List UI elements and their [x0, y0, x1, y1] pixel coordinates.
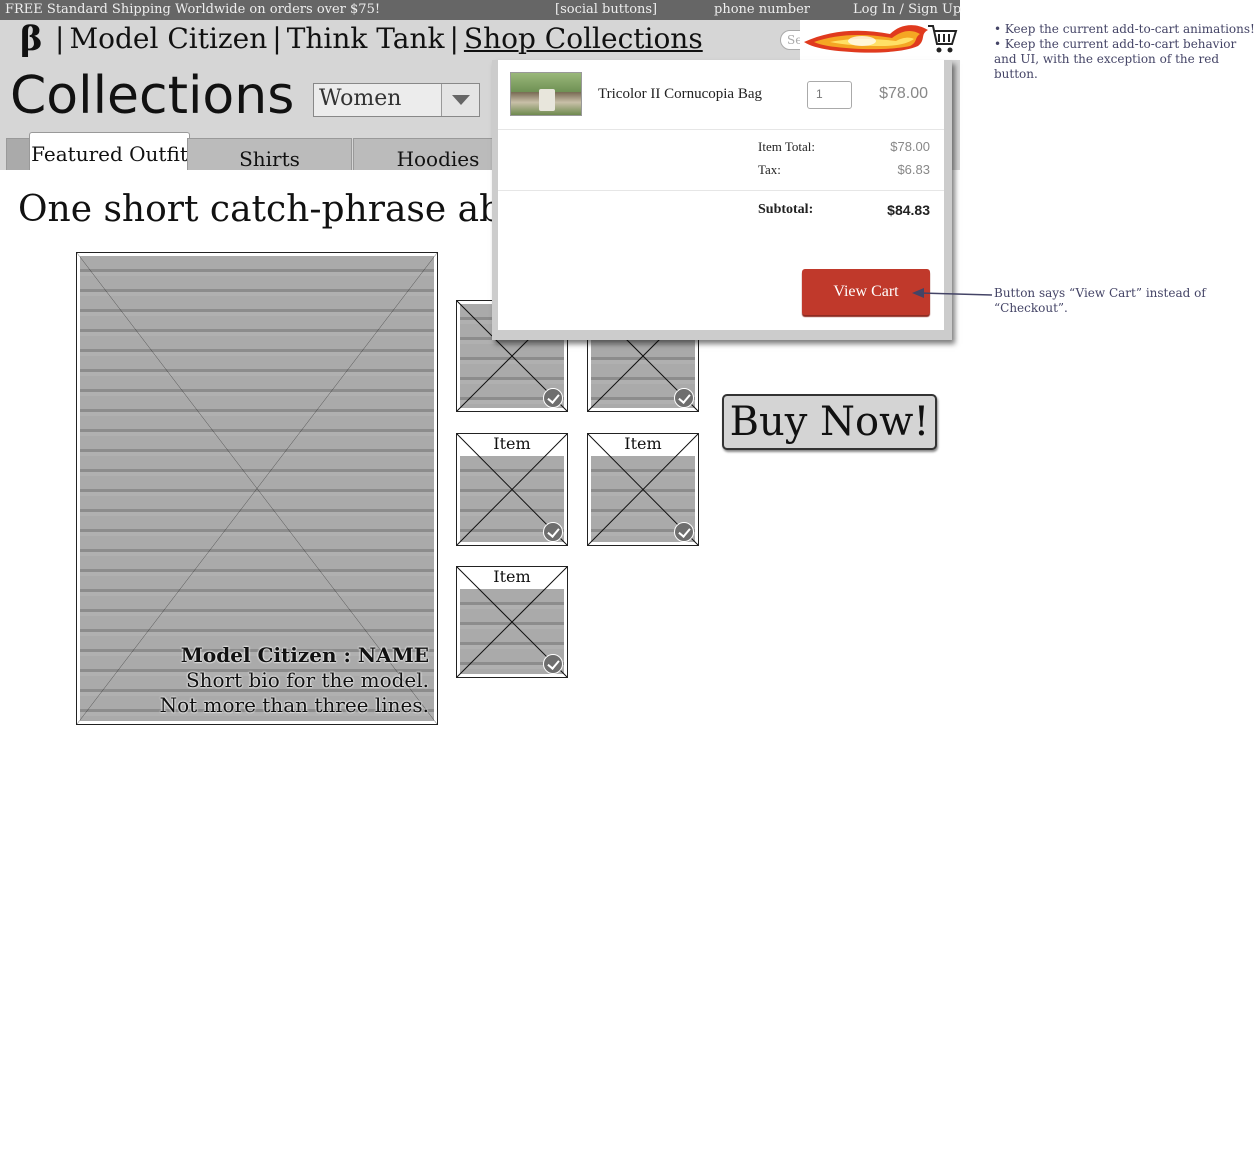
tab-featured-outfit[interactable]: Featured Outfit [29, 132, 190, 170]
top-utility-bar: FREE Standard Shipping Worldwide on orde… [0, 0, 961, 20]
checkmark-icon[interactable] [674, 388, 694, 408]
product-thumbnail[interactable] [510, 72, 582, 116]
gender-select[interactable]: Women [313, 83, 480, 117]
gender-select-value: Women [319, 86, 402, 111]
phone-number: phone number [714, 2, 811, 17]
item-label: Item [624, 434, 662, 453]
annotation-note-button: Button says “View Cart” instead of “Chec… [994, 286, 1206, 315]
tax-label: Tax: [758, 162, 781, 177]
checkmark-icon[interactable] [543, 388, 563, 408]
nav-link-think-tank[interactable]: Think Tank [287, 22, 445, 55]
subtotal-label: Subtotal: [758, 202, 814, 217]
model-caption: Model Citizen : NAME Short bio for the m… [160, 643, 429, 718]
cart-product-name[interactable]: Tricolor II Cornucopia Bag [598, 86, 762, 103]
checkmark-icon[interactable] [674, 522, 694, 542]
item-thumbnail[interactable]: Item [456, 566, 568, 678]
nav-separator: | [55, 22, 65, 55]
cart-panel: Tricolor II Cornucopia Bag 1 $78.00 Item… [498, 60, 944, 330]
nav-link-shop-collections[interactable]: Shop Collections [464, 22, 703, 55]
annotation-line: • Keep the current add-to-cart behavior … [994, 37, 1237, 81]
model-bio-line: Not more than three lines. [159, 693, 429, 717]
model-image: Model Citizen : NAME Short bio for the m… [76, 252, 438, 725]
tab-stub [6, 138, 30, 170]
item-label: Item [493, 434, 531, 453]
cart-popover: Tricolor II Cornucopia Bag 1 $78.00 Item… [492, 60, 952, 340]
tab-shirts[interactable]: Shirts [187, 138, 352, 171]
annotation-arrow [912, 288, 993, 298]
shipping-promo: FREE Standard Shipping Worldwide on orde… [5, 2, 381, 17]
social-buttons[interactable]: [social buttons] [555, 2, 657, 17]
tax-value: $6.83 [897, 162, 930, 177]
beta-logo[interactable]: β [20, 20, 43, 58]
model-bio-line: Short bio for the model. [185, 668, 429, 692]
item-label: Item [493, 567, 531, 586]
nav-link-model-citizen[interactable]: Model Citizen [69, 22, 267, 55]
divider [498, 190, 944, 191]
chevron-down-icon[interactable] [441, 84, 479, 116]
checkmark-icon[interactable] [543, 654, 563, 674]
model-name: Model Citizen : NAME [180, 643, 429, 667]
flaming-cart-icon[interactable] [800, 20, 960, 60]
nav-separator: | [272, 22, 282, 55]
item-thumbnail[interactable]: Item [456, 433, 568, 546]
divider [498, 129, 944, 130]
login-signup-link[interactable]: Log In / Sign Up [853, 2, 961, 17]
main-nav: β | Model Citizen | Think Tank | Shop Collect… [0, 20, 960, 60]
annotation-line: • Keep the current add-to-cart animation… [994, 22, 1255, 36]
item-thumbnail[interactable]: Item [587, 433, 699, 546]
nav-links: | Model Citizen | Think Tank | Shop Collectio… [50, 21, 703, 57]
nav-separator: | [449, 22, 459, 55]
quantity-field[interactable]: 1 [807, 81, 852, 109]
page-title: Collections [10, 66, 295, 126]
checkmark-icon[interactable] [543, 522, 563, 542]
cart-line-price: $78.00 [879, 85, 928, 102]
buy-now-button[interactable]: Buy Now! [722, 394, 937, 450]
catchphrase: One short catch-phrase about [18, 189, 562, 230]
item-total-value: $78.00 [890, 139, 930, 154]
subtotal-value: $84.83 [887, 202, 930, 218]
item-total-label: Item Total: [758, 139, 815, 154]
annotation-note: • Keep the current add-to-cart animation… [994, 22, 1256, 82]
